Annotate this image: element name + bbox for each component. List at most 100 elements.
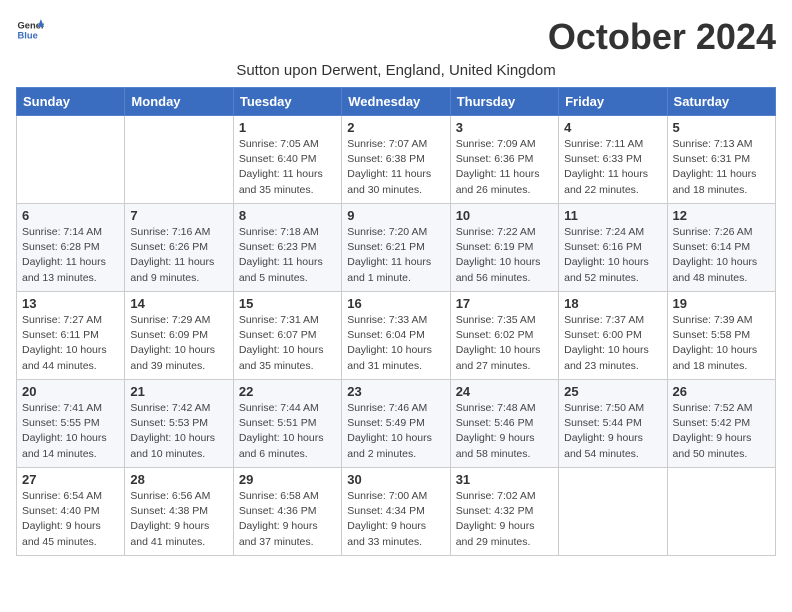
day-info: Sunrise: 7:46 AMSunset: 5:49 PMDaylight:… — [347, 402, 432, 460]
calendar-cell: 24 Sunrise: 7:48 AMSunset: 5:46 PMDaylig… — [450, 380, 558, 468]
calendar-cell: 12 Sunrise: 7:26 AMSunset: 6:14 PMDaylig… — [667, 204, 775, 292]
calendar-cell: 7 Sunrise: 7:16 AMSunset: 6:26 PMDayligh… — [125, 204, 233, 292]
day-number: 28 — [130, 472, 227, 487]
day-number: 2 — [347, 120, 444, 135]
day-number: 7 — [130, 208, 227, 223]
calendar-cell: 15 Sunrise: 7:31 AMSunset: 6:07 PMDaylig… — [233, 292, 341, 380]
day-info: Sunrise: 7:18 AMSunset: 6:23 PMDaylight:… — [239, 226, 323, 284]
week-row-4: 20 Sunrise: 7:41 AMSunset: 5:55 PMDaylig… — [17, 380, 776, 468]
day-number: 1 — [239, 120, 336, 135]
calendar-cell: 21 Sunrise: 7:42 AMSunset: 5:53 PMDaylig… — [125, 380, 233, 468]
day-number: 12 — [673, 208, 770, 223]
weekday-friday: Friday — [559, 88, 667, 116]
day-number: 13 — [22, 296, 119, 311]
day-info: Sunrise: 7:16 AMSunset: 6:26 PMDaylight:… — [130, 226, 214, 284]
calendar-cell: 17 Sunrise: 7:35 AMSunset: 6:02 PMDaylig… — [450, 292, 558, 380]
weekday-sunday: Sunday — [17, 88, 125, 116]
day-info: Sunrise: 7:29 AMSunset: 6:09 PMDaylight:… — [130, 314, 215, 372]
calendar-cell: 9 Sunrise: 7:20 AMSunset: 6:21 PMDayligh… — [342, 204, 450, 292]
calendar-cell: 8 Sunrise: 7:18 AMSunset: 6:23 PMDayligh… — [233, 204, 341, 292]
calendar-cell: 2 Sunrise: 7:07 AMSunset: 6:38 PMDayligh… — [342, 116, 450, 204]
week-row-1: 1 Sunrise: 7:05 AMSunset: 6:40 PMDayligh… — [17, 116, 776, 204]
day-info: Sunrise: 7:14 AMSunset: 6:28 PMDaylight:… — [22, 226, 106, 284]
weekday-monday: Monday — [125, 88, 233, 116]
calendar-cell: 13 Sunrise: 7:27 AMSunset: 6:11 PMDaylig… — [17, 292, 125, 380]
weekday-thursday: Thursday — [450, 88, 558, 116]
day-number: 4 — [564, 120, 661, 135]
day-number: 17 — [456, 296, 553, 311]
calendar-cell: 4 Sunrise: 7:11 AMSunset: 6:33 PMDayligh… — [559, 116, 667, 204]
calendar-cell: 6 Sunrise: 7:14 AMSunset: 6:28 PMDayligh… — [17, 204, 125, 292]
subtitle: Sutton upon Derwent, England, United Kin… — [16, 62, 776, 79]
calendar-cell: 1 Sunrise: 7:05 AMSunset: 6:40 PMDayligh… — [233, 116, 341, 204]
calendar-cell: 11 Sunrise: 7:24 AMSunset: 6:16 PMDaylig… — [559, 204, 667, 292]
svg-text:Blue: Blue — [18, 31, 38, 41]
calendar-cell: 5 Sunrise: 7:13 AMSunset: 6:31 PMDayligh… — [667, 116, 775, 204]
day-number: 11 — [564, 208, 661, 223]
day-number: 19 — [673, 296, 770, 311]
calendar-cell: 31 Sunrise: 7:02 AMSunset: 4:32 PMDaylig… — [450, 468, 558, 556]
week-row-2: 6 Sunrise: 7:14 AMSunset: 6:28 PMDayligh… — [17, 204, 776, 292]
calendar-cell: 25 Sunrise: 7:50 AMSunset: 5:44 PMDaylig… — [559, 380, 667, 468]
day-info: Sunrise: 7:31 AMSunset: 6:07 PMDaylight:… — [239, 314, 324, 372]
day-number: 24 — [456, 384, 553, 399]
day-number: 6 — [22, 208, 119, 223]
day-info: Sunrise: 7:42 AMSunset: 5:53 PMDaylight:… — [130, 402, 215, 460]
calendar-cell: 3 Sunrise: 7:09 AMSunset: 6:36 PMDayligh… — [450, 116, 558, 204]
calendar-cell: 30 Sunrise: 7:00 AMSunset: 4:34 PMDaylig… — [342, 468, 450, 556]
calendar-cell: 20 Sunrise: 7:41 AMSunset: 5:55 PMDaylig… — [17, 380, 125, 468]
day-info: Sunrise: 7:11 AMSunset: 6:33 PMDaylight:… — [564, 138, 648, 196]
day-info: Sunrise: 7:35 AMSunset: 6:02 PMDaylight:… — [456, 314, 541, 372]
calendar-cell: 10 Sunrise: 7:22 AMSunset: 6:19 PMDaylig… — [450, 204, 558, 292]
day-number: 9 — [347, 208, 444, 223]
calendar-cell: 23 Sunrise: 7:46 AMSunset: 5:49 PMDaylig… — [342, 380, 450, 468]
day-number: 22 — [239, 384, 336, 399]
day-info: Sunrise: 7:02 AMSunset: 4:32 PMDaylight:… — [456, 490, 536, 548]
day-number: 14 — [130, 296, 227, 311]
day-info: Sunrise: 7:44 AMSunset: 5:51 PMDaylight:… — [239, 402, 324, 460]
day-info: Sunrise: 7:09 AMSunset: 6:36 PMDaylight:… — [456, 138, 540, 196]
calendar-table: SundayMondayTuesdayWednesdayThursdayFrid… — [16, 87, 776, 556]
calendar-cell — [559, 468, 667, 556]
day-number: 5 — [673, 120, 770, 135]
day-info: Sunrise: 7:26 AMSunset: 6:14 PMDaylight:… — [673, 226, 758, 284]
calendar-cell: 14 Sunrise: 7:29 AMSunset: 6:09 PMDaylig… — [125, 292, 233, 380]
day-number: 25 — [564, 384, 661, 399]
day-info: Sunrise: 6:58 AMSunset: 4:36 PMDaylight:… — [239, 490, 319, 548]
calendar-cell — [667, 468, 775, 556]
day-info: Sunrise: 7:05 AMSunset: 6:40 PMDaylight:… — [239, 138, 323, 196]
day-number: 21 — [130, 384, 227, 399]
logo-icon: General Blue — [16, 16, 44, 44]
day-info: Sunrise: 7:48 AMSunset: 5:46 PMDaylight:… — [456, 402, 536, 460]
day-number: 30 — [347, 472, 444, 487]
day-number: 26 — [673, 384, 770, 399]
calendar-cell: 29 Sunrise: 6:58 AMSunset: 4:36 PMDaylig… — [233, 468, 341, 556]
day-info: Sunrise: 7:52 AMSunset: 5:42 PMDaylight:… — [673, 402, 753, 460]
weekday-saturday: Saturday — [667, 88, 775, 116]
day-info: Sunrise: 7:33 AMSunset: 6:04 PMDaylight:… — [347, 314, 432, 372]
weekday-wednesday: Wednesday — [342, 88, 450, 116]
day-info: Sunrise: 6:56 AMSunset: 4:38 PMDaylight:… — [130, 490, 210, 548]
day-info: Sunrise: 7:20 AMSunset: 6:21 PMDaylight:… — [347, 226, 431, 284]
day-info: Sunrise: 7:24 AMSunset: 6:16 PMDaylight:… — [564, 226, 649, 284]
day-info: Sunrise: 7:41 AMSunset: 5:55 PMDaylight:… — [22, 402, 107, 460]
header: General Blue October 2024 — [16, 16, 776, 58]
calendar-cell — [125, 116, 233, 204]
day-number: 8 — [239, 208, 336, 223]
calendar-cell: 22 Sunrise: 7:44 AMSunset: 5:51 PMDaylig… — [233, 380, 341, 468]
day-info: Sunrise: 6:54 AMSunset: 4:40 PMDaylight:… — [22, 490, 102, 548]
month-title: October 2024 — [548, 16, 776, 58]
calendar-cell — [17, 116, 125, 204]
day-number: 29 — [239, 472, 336, 487]
logo: General Blue — [16, 16, 44, 44]
day-info: Sunrise: 7:13 AMSunset: 6:31 PMDaylight:… — [673, 138, 757, 196]
day-number: 16 — [347, 296, 444, 311]
day-number: 3 — [456, 120, 553, 135]
day-number: 27 — [22, 472, 119, 487]
day-number: 20 — [22, 384, 119, 399]
weekday-tuesday: Tuesday — [233, 88, 341, 116]
day-info: Sunrise: 7:27 AMSunset: 6:11 PMDaylight:… — [22, 314, 107, 372]
day-number: 23 — [347, 384, 444, 399]
day-info: Sunrise: 7:22 AMSunset: 6:19 PMDaylight:… — [456, 226, 541, 284]
calendar-cell: 18 Sunrise: 7:37 AMSunset: 6:00 PMDaylig… — [559, 292, 667, 380]
